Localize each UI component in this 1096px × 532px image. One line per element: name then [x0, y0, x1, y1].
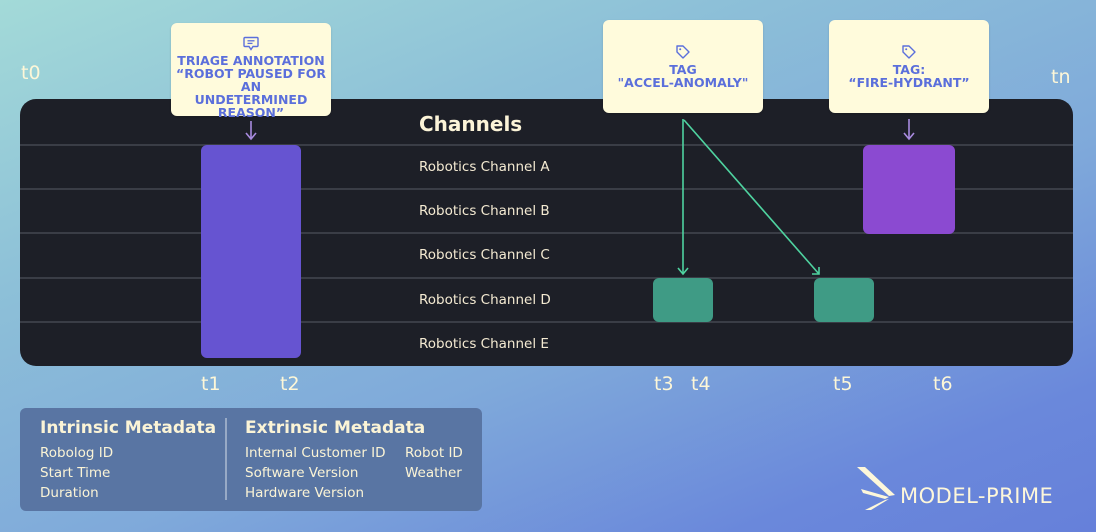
triage-arrow-icon	[245, 121, 257, 141]
comment-icon	[243, 36, 259, 51]
metadata-box: Intrinsic Metadata Robolog ID Start Time…	[20, 408, 482, 511]
callout-text: “FIRE-HYDRANT”	[848, 75, 970, 90]
time-label-t3: t3	[654, 373, 674, 395]
brand-name: MODEL-PRIME	[900, 484, 1054, 508]
tag-icon	[902, 45, 916, 59]
extrinsic-item: Weather	[405, 465, 462, 481]
accel-arrow-diagonal-icon	[683, 119, 820, 275]
extrinsic-item: Hardware Version	[245, 485, 365, 501]
intrinsic-item: Start Time	[40, 465, 111, 481]
time-label-t5: t5	[833, 373, 853, 395]
time-label-t1: t1	[201, 373, 221, 395]
triage-annotation-callout[interactable]: TRIAGE ANNOTATION “ROBOT PAUSED FOR AN U…	[171, 23, 331, 120]
extrinsic-metadata-title: Extrinsic Metadata	[245, 418, 426, 438]
intrinsic-item: Duration	[40, 485, 99, 501]
hydrant-arrow-icon	[903, 119, 915, 141]
intrinsic-metadata-title: Intrinsic Metadata	[40, 418, 217, 438]
extrinsic-item: Robot ID	[405, 445, 463, 461]
time-label-t4: t4	[691, 373, 711, 395]
callout-text: REASON”	[217, 105, 285, 120]
time-label-t2: t2	[280, 373, 300, 395]
accel-anomaly-tag-callout[interactable]: TAG "ACCEL-ANOMALY"	[603, 20, 763, 113]
metadata-divider	[225, 418, 227, 500]
callout-text: “ROBOT PAUSED FOR AN	[175, 66, 326, 94]
intrinsic-item: Robolog ID	[40, 445, 114, 461]
accel-arrow-down-icon	[677, 119, 689, 276]
tag-icon	[676, 45, 690, 59]
time-label-t6: t6	[933, 373, 953, 395]
extrinsic-item: Software Version	[245, 465, 359, 481]
callout-text: "ACCEL-ANOMALY"	[617, 75, 749, 90]
fire-hydrant-tag-callout[interactable]: TAG: “FIRE-HYDRANT”	[829, 20, 989, 113]
extrinsic-item: Internal Customer ID	[245, 445, 386, 461]
wing-logo-icon	[857, 467, 895, 510]
